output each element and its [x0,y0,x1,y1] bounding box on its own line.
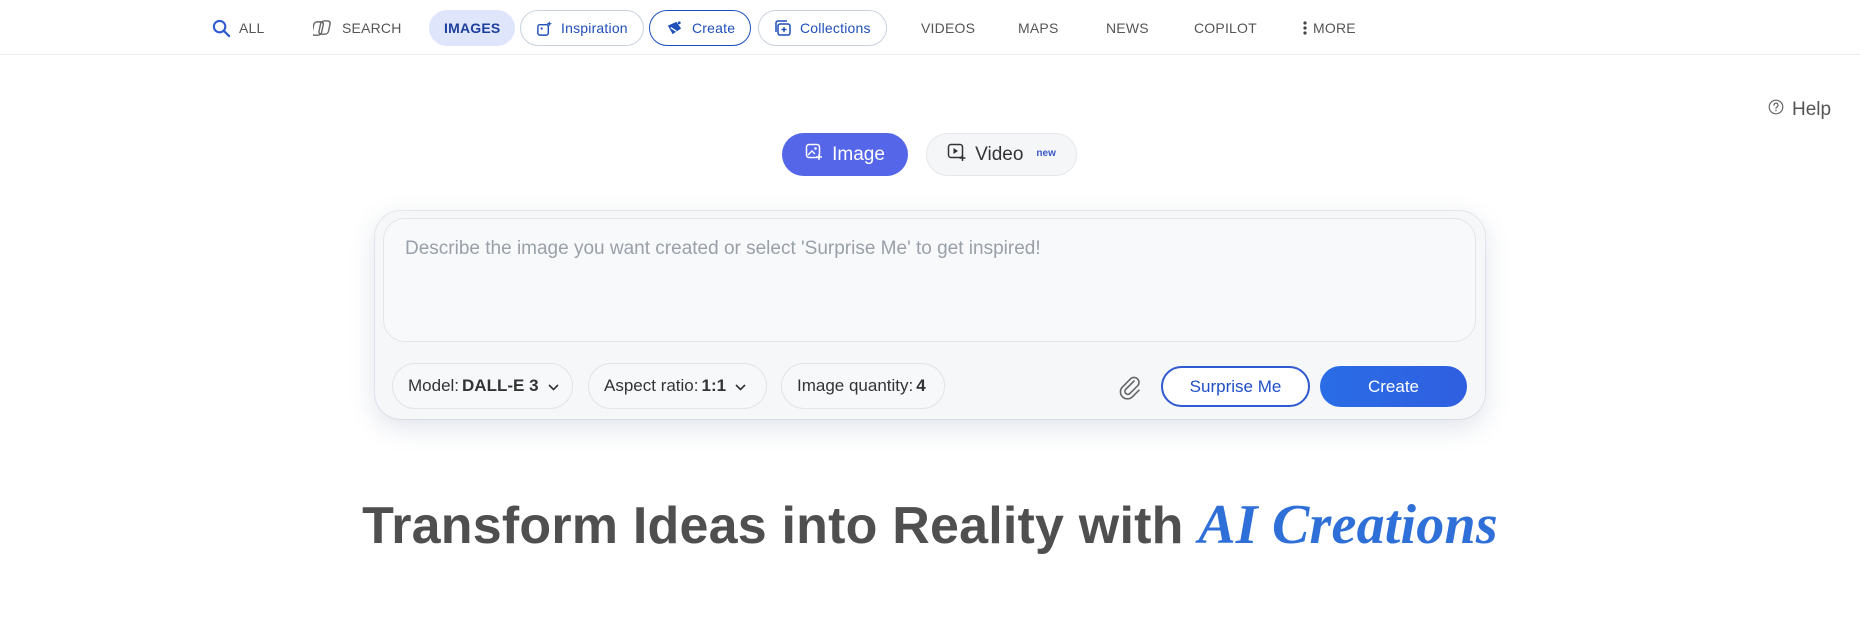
surprise-me-button[interactable]: Surprise Me [1161,366,1310,407]
chevron-down-icon [735,376,746,396]
page-headline: Transform Ideas into Reality with AI Cre… [0,493,1860,557]
prompt-container [383,218,1476,342]
image-mode-button[interactable]: Image [782,133,908,176]
nav-copilot[interactable]: COPILOT [1194,10,1257,46]
aspect-ratio-dropdown[interactable]: Aspect ratio: 1:1 [588,363,767,409]
nav-maps-label: MAPS [1018,20,1059,36]
new-badge: new [1036,148,1056,159]
prompt-input[interactable] [384,219,1475,341]
nav-maps[interactable]: MAPS [1018,10,1058,46]
video-create-icon [947,143,966,167]
collections-icon [774,19,792,37]
model-dropdown[interactable]: Model: DALL-E 3 [392,363,573,409]
image-quantity-selector[interactable]: Image quantity: 4 [781,363,945,409]
image-quantity-value: 4 [916,376,926,395]
sparkle-image-icon [536,20,553,37]
video-mode-label: Video [975,143,1024,165]
nav-more-label: MORE [1313,20,1356,36]
nav-news-label: NEWS [1106,20,1149,36]
headline-main: Transform Ideas into Reality with [362,497,1199,555]
top-navigation: ALL SEARCH IMAGES Inspiration Create Col… [0,0,1860,55]
search-icon [212,19,231,38]
paperclip-icon[interactable] [1115,372,1145,402]
nav-videos[interactable]: VIDEOS [921,10,975,46]
chevron-down-icon [547,376,559,396]
nav-create-label: Create [692,20,736,36]
nav-images[interactable]: IMAGES [429,10,516,46]
nav-all[interactable]: ALL [212,10,265,46]
headline-accent: AI Creations [1198,494,1498,556]
nav-inspiration[interactable]: Inspiration [520,10,644,46]
create-button[interactable]: Create [1320,366,1467,407]
nav-images-label: IMAGES [444,20,501,36]
model-value: DALL-E 3 [462,376,539,395]
image-create-icon [805,143,823,167]
nav-search-label: SEARCH [342,20,402,36]
help-link[interactable]: Help [1768,97,1831,123]
nav-search[interactable]: SEARCH [313,10,402,46]
prompt-card: Model: DALL-E 3 Aspect ratio: 1:1 Image … [375,211,1485,419]
nav-videos-label: VIDEOS [921,20,976,36]
create-brush-icon [665,20,684,37]
nav-inspiration-label: Inspiration [561,20,628,36]
nav-create[interactable]: Create [649,10,752,46]
aspect-ratio-label: Aspect ratio: [604,376,699,395]
help-label: Help [1792,99,1832,120]
nav-copilot-label: COPILOT [1194,20,1257,36]
help-icon [1768,99,1784,121]
nav-all-label: ALL [239,20,265,36]
nav-more[interactable]: MORE [1303,10,1356,46]
nav-collections-label: Collections [800,20,871,36]
model-label: Model: [408,376,460,395]
image-quantity-label: Image quantity: [797,376,914,395]
copilot-search-icon [313,19,334,38]
nav-collections[interactable]: Collections [758,10,887,46]
video-mode-button[interactable]: Video new [926,133,1077,176]
nav-news[interactable]: NEWS [1106,10,1149,46]
image-mode-label: Image [832,143,885,165]
aspect-ratio-value: 1:1 [701,376,727,395]
more-vertical-icon [1303,21,1307,35]
